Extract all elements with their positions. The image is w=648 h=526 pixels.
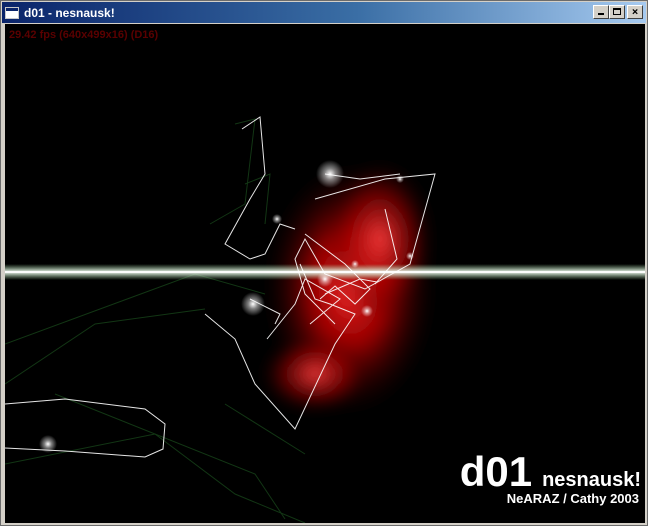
- fps-counter: 29.42 fps (640x499x16) (D16): [9, 29, 159, 41]
- demo-title-caption: d01 nesnausk!: [460, 450, 641, 494]
- close-icon: ×: [631, 5, 639, 18]
- green-grid-lines: [5, 118, 306, 523]
- window-title: d01 - nesnausk!: [24, 5, 115, 20]
- demo-title: d01: [459, 448, 533, 495]
- title-bar[interactable]: d01 - nesnausk! ×: [2, 2, 646, 23]
- minimize-icon: [598, 13, 604, 15]
- maximize-button[interactable]: [609, 5, 625, 19]
- demo-credits: NeARAZ / Cathy 2003: [506, 491, 639, 506]
- close-button[interactable]: ×: [627, 5, 643, 19]
- maximize-icon: [613, 8, 621, 15]
- demo-scene: [5, 116, 645, 523]
- app-window: d01 - nesnausk! × 29.42 fps (640x499x16)…: [0, 0, 648, 526]
- app-window-icon[interactable]: [5, 6, 19, 19]
- minimize-button[interactable]: [593, 5, 609, 19]
- demo-group: nesnausk!: [542, 469, 641, 491]
- red-glow: [260, 159, 435, 414]
- window-controls: ×: [593, 5, 643, 19]
- demo-viewport[interactable]: 29.42 fps (640x499x16) (D16) d01 nesnaus…: [5, 24, 645, 523]
